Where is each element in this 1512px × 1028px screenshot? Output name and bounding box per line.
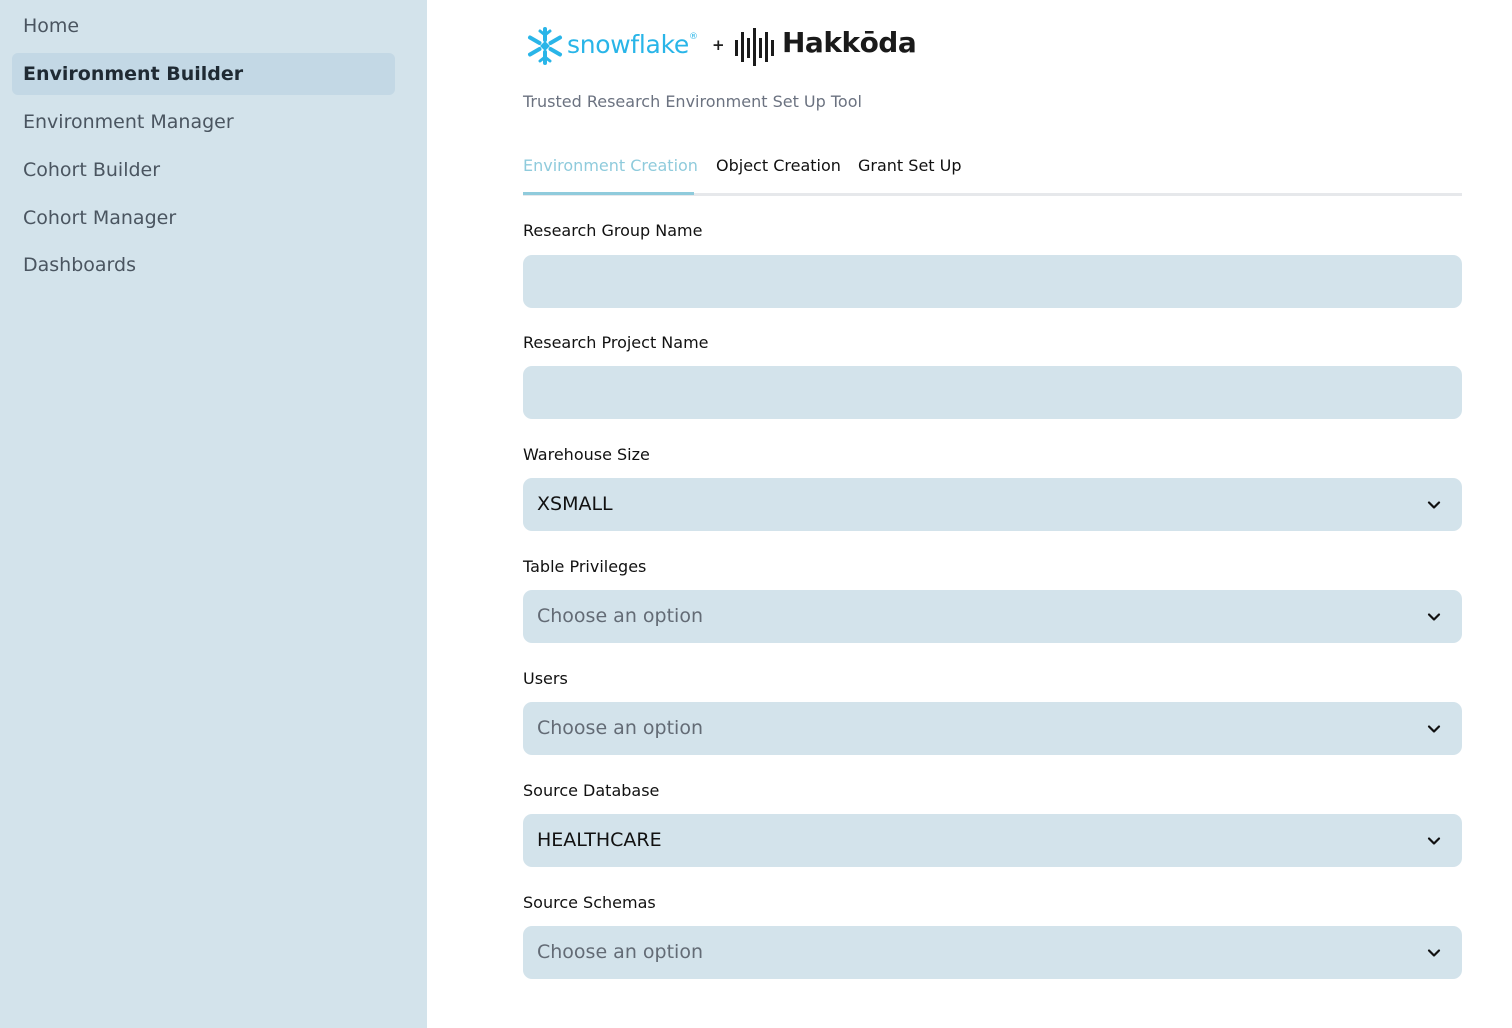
sidebar-item-cohort-manager[interactable]: Cohort Manager — [12, 197, 395, 239]
tab-bar: Environment Creation Object Creation Gra… — [523, 150, 1462, 196]
sidebar-item-cohort-builder[interactable]: Cohort Builder — [12, 149, 395, 191]
research-group-name-input[interactable] — [537, 255, 1462, 308]
source-schemas-label: Source Schemas — [523, 893, 656, 912]
chevron-down-icon — [1427, 837, 1441, 845]
hakkoda-wordmark: Hakkōda — [782, 26, 917, 59]
sidebar-item-environment-builder[interactable]: Environment Builder — [12, 53, 395, 95]
sidebar-item-home[interactable]: Home — [12, 5, 395, 47]
tab-environment-creation[interactable]: Environment Creation — [523, 156, 698, 175]
sidebar-item-environment-manager[interactable]: Environment Manager — [12, 101, 395, 143]
research-group-name-label: Research Group Name — [523, 221, 703, 240]
users-label: Users — [523, 669, 568, 688]
sidebar: Home Environment Builder Environment Man… — [0, 0, 427, 1028]
users-placeholder: Choose an option — [537, 717, 703, 739]
source-database-label: Source Database — [523, 781, 660, 800]
chevron-down-icon — [1427, 949, 1441, 957]
active-tab-indicator — [523, 192, 694, 195]
research-project-name-field[interactable] — [523, 366, 1462, 419]
logo-plus: + — [712, 36, 725, 54]
warehouse-size-select[interactable]: XSMALL — [523, 478, 1462, 531]
table-privileges-placeholder: Choose an option — [537, 605, 703, 627]
tab-object-creation[interactable]: Object Creation — [716, 156, 841, 175]
warehouse-size-label: Warehouse Size — [523, 445, 650, 464]
chevron-down-icon — [1427, 725, 1441, 733]
source-database-select[interactable]: HEALTHCARE — [523, 814, 1462, 867]
research-project-name-label: Research Project Name — [523, 333, 709, 352]
sidebar-item-dashboards[interactable]: Dashboards — [12, 244, 395, 286]
tab-grant-set-up[interactable]: Grant Set Up — [858, 156, 962, 175]
hakkoda-bars-icon — [735, 28, 774, 66]
table-privileges-label: Table Privileges — [523, 557, 647, 576]
source-schemas-placeholder: Choose an option — [537, 941, 703, 963]
source-database-value: HEALTHCARE — [537, 829, 662, 851]
snowflake-wordmark: snowflake® — [567, 30, 698, 59]
users-select[interactable]: Choose an option — [523, 702, 1462, 755]
source-schemas-select[interactable]: Choose an option — [523, 926, 1462, 979]
main-content: snowflake® + Hakkōda Trusted Research En… — [523, 0, 1462, 1028]
snowflake-icon — [528, 27, 562, 65]
table-privileges-select[interactable]: Choose an option — [523, 590, 1462, 643]
page-subtitle: Trusted Research Environment Set Up Tool — [523, 92, 862, 111]
research-group-name-field[interactable] — [523, 255, 1462, 308]
warehouse-size-value: XSMALL — [537, 493, 613, 515]
chevron-down-icon — [1427, 501, 1441, 509]
research-project-name-input[interactable] — [537, 366, 1462, 419]
brand-logo: snowflake® + Hakkōda — [523, 24, 943, 70]
chevron-down-icon — [1427, 613, 1441, 621]
